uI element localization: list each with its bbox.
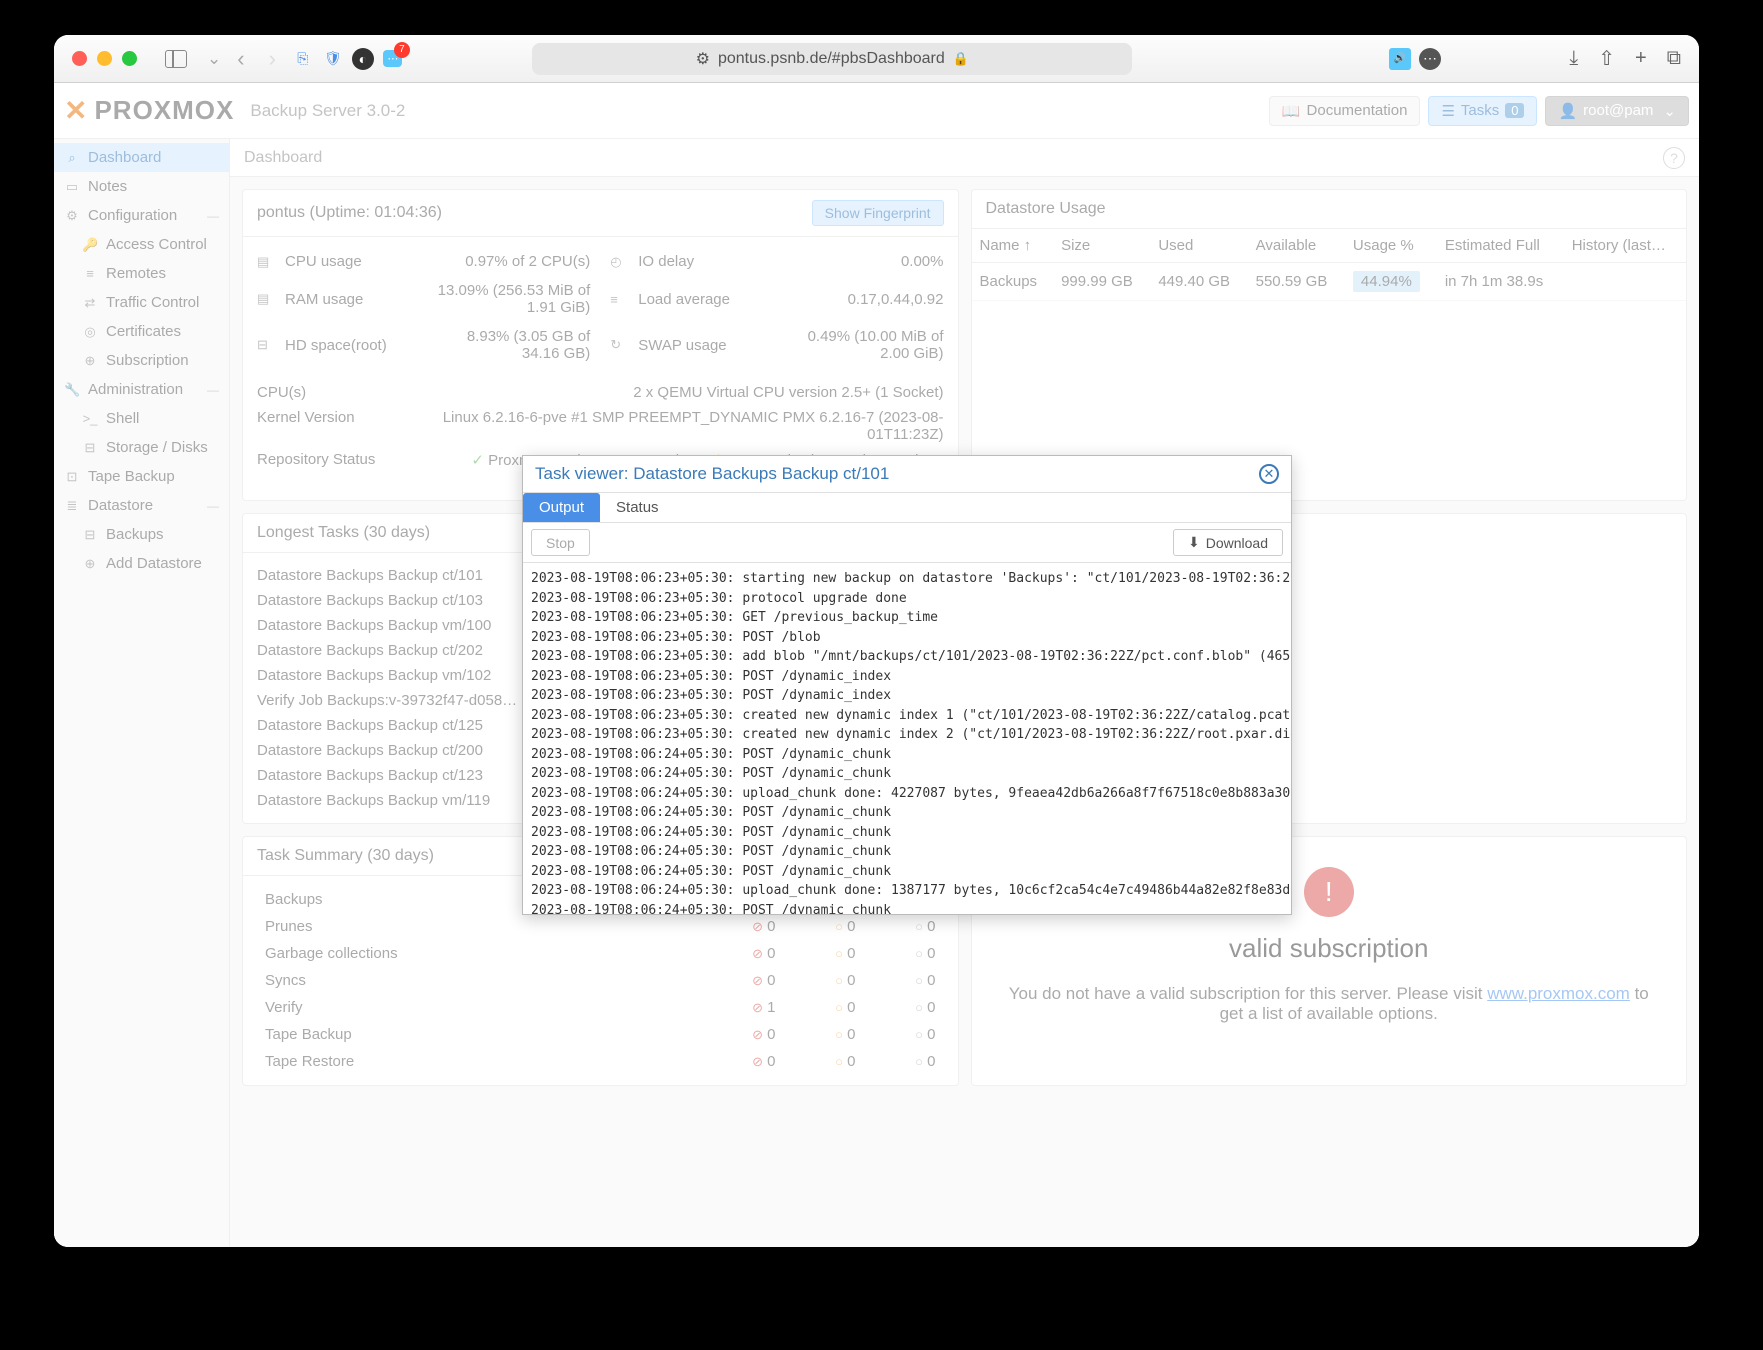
url-text: pontus.psnb.de/#pbsDashboard: [718, 50, 945, 68]
log-output[interactable]: 2023-08-19T08:06:23+05:30: starting new …: [523, 563, 1291, 914]
modal-title: Task viewer: Datastore Backups Backup ct…: [535, 464, 889, 484]
download-icon[interactable]: ⤓: [1569, 47, 1578, 70]
task-viewer-modal: Task viewer: Datastore Backups Backup ct…: [522, 455, 1292, 915]
browser-chrome: ⌄ ‹ › ⎘ 🛡 ◐ ⋯7 ⚙ pontus.psnb.de/#pbsDash…: [54, 35, 1699, 83]
close-icon[interactable]: ✕: [1259, 464, 1279, 484]
extension-icon[interactable]: ⋯7: [382, 48, 404, 70]
download-button[interactable]: ⬇Download: [1173, 529, 1283, 556]
window-controls: [72, 51, 137, 66]
site-icon: ⚙: [696, 49, 710, 69]
tab-status[interactable]: Status: [600, 493, 675, 522]
extension-icon[interactable]: ⎘: [292, 48, 314, 70]
extension-icon[interactable]: ⋯: [1419, 48, 1441, 70]
tab-output[interactable]: Output: [523, 493, 600, 522]
maximize-window-icon[interactable]: [122, 51, 137, 66]
share-icon[interactable]: ⇧: [1598, 46, 1615, 71]
extension-icon[interactable]: ◐: [352, 48, 374, 70]
stop-button[interactable]: Stop: [531, 529, 590, 556]
new-tab-icon[interactable]: +: [1635, 47, 1647, 70]
download-icon: ⬇: [1188, 534, 1200, 551]
shield-icon[interactable]: 🛡: [322, 48, 344, 70]
close-window-icon[interactable]: [72, 51, 87, 66]
tabs-icon[interactable]: ⧉: [1667, 47, 1681, 70]
sidebar-toggle-icon[interactable]: [165, 50, 187, 68]
lock-icon: 🔒: [953, 51, 969, 67]
minimize-window-icon[interactable]: [97, 51, 112, 66]
nav-forward-icon: ›: [269, 46, 276, 72]
nav-back-icon[interactable]: ‹: [237, 46, 244, 72]
audio-icon[interactable]: 🔊: [1389, 48, 1411, 70]
url-bar[interactable]: ⚙ pontus.psnb.de/#pbsDashboard 🔒: [532, 43, 1132, 75]
